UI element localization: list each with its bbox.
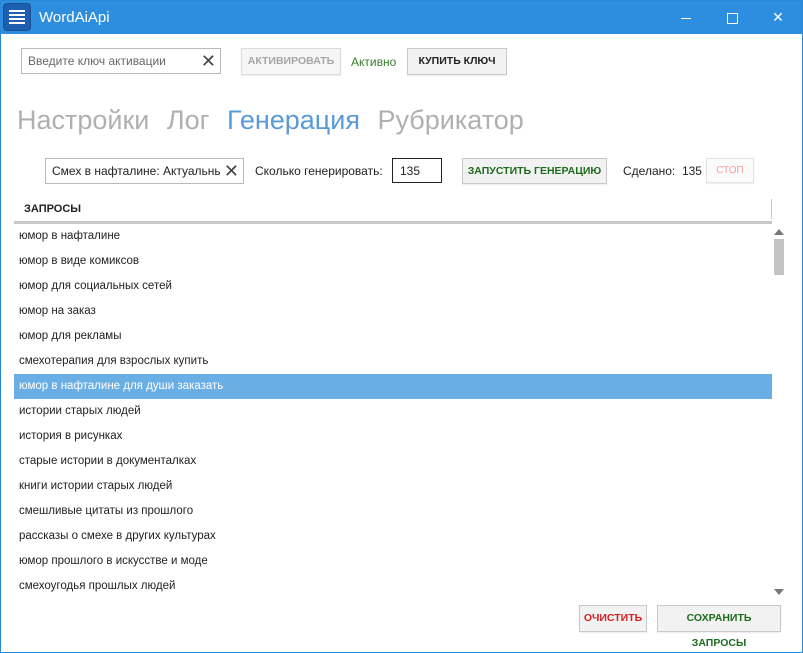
maximize-icon xyxy=(726,12,738,24)
clear-key-icon[interactable]: ✕ xyxy=(201,50,216,72)
tab-bar: Настройки Лог Генерация Рубрикатор xyxy=(17,105,534,136)
count-input[interactable]: 135 xyxy=(392,158,442,183)
minimize-button[interactable] xyxy=(663,1,709,34)
activation-key-field[interactable]: ✕ xyxy=(21,48,221,74)
list-item[interactable]: юмор на заказ xyxy=(14,299,772,324)
generation-query-field[interactable]: Смех в нафталине: Актуальный ✕ xyxy=(45,158,244,184)
list-item[interactable]: книги истории старых людей xyxy=(14,474,772,499)
app-window: WordAiApi ✕ ✕ АКТИВИРОВАТЬ Активно КУПИТ… xyxy=(0,0,803,653)
activate-button[interactable]: АКТИВИРОВАТЬ xyxy=(241,48,341,75)
list-item[interactable]: юмор прошлого в искусстве и моде xyxy=(14,549,772,574)
list-item[interactable]: смехотерапия для взрослых купить xyxy=(14,349,772,374)
list-item[interactable]: старые истории в документалках xyxy=(14,449,772,474)
clear-query-icon[interactable]: ✕ xyxy=(224,160,239,182)
window-title: WordAiApi xyxy=(39,9,110,26)
list-item[interactable]: смехоугодья прошлых людей xyxy=(14,574,772,599)
list-item[interactable]: история в рисунках xyxy=(14,424,772,449)
list-item[interactable]: юмор для рекламы xyxy=(14,324,772,349)
activation-status: Активно xyxy=(351,55,397,69)
scroll-up-icon[interactable] xyxy=(774,229,784,235)
queries-header-label: ЗАПРОСЫ xyxy=(24,203,82,215)
minimize-icon xyxy=(681,17,691,19)
list-item[interactable]: юмор в нафталине для души заказать xyxy=(14,374,772,399)
buy-key-button[interactable]: КУПИТЬ КЛЮЧ xyxy=(407,48,507,75)
count-value[interactable]: 135 xyxy=(400,164,420,178)
stop-button[interactable]: СТОП xyxy=(706,158,754,183)
list-item[interactable]: юмор для социальных сетей xyxy=(14,274,772,299)
maximize-button[interactable] xyxy=(709,1,755,34)
done-label: Сделано: xyxy=(623,164,676,178)
list-item[interactable]: юмор в нафталине xyxy=(14,224,772,249)
scroll-down-icon[interactable] xyxy=(774,589,784,595)
count-label: Сколько генерировать: xyxy=(255,164,383,178)
scroll-thumb[interactable] xyxy=(774,239,784,275)
generation-query-value[interactable]: Смех в нафталине: Актуальный xyxy=(52,164,220,178)
clear-button[interactable]: ОЧИСТИТЬ xyxy=(579,605,647,632)
list-item[interactable]: рассказы о смехе в других культурах xyxy=(14,524,772,549)
queries-column-header[interactable]: ЗАПРОСЫ xyxy=(14,199,772,224)
tab-log[interactable]: Лог xyxy=(167,105,210,135)
list-item[interactable]: юмор в виде комиксов xyxy=(14,249,772,274)
list-scrollbar[interactable] xyxy=(772,224,786,599)
done-value: 135 xyxy=(681,164,702,178)
close-icon: ✕ xyxy=(772,9,784,25)
done-counter: Сделано: 135 xyxy=(623,164,702,178)
start-generation-button[interactable]: ЗАПУСТИТЬ ГЕНЕРАЦИЮ xyxy=(462,158,607,184)
tab-rubricator[interactable]: Рубрикатор xyxy=(378,105,524,135)
close-button[interactable]: ✕ xyxy=(755,1,801,34)
tab-generation[interactable]: Генерация xyxy=(227,105,360,135)
activation-key-input[interactable] xyxy=(28,52,188,70)
app-icon xyxy=(4,4,30,30)
list-item[interactable]: смешливые цитаты из прошлого xyxy=(14,499,772,524)
title-bar[interactable]: WordAiApi ✕ xyxy=(1,1,802,34)
queries-list: юмор в нафталине юмор в виде комиксов юмор… xyxy=(14,224,772,599)
list-item[interactable]: истории старых людей xyxy=(14,399,772,424)
save-queries-button[interactable]: СОХРАНИТЬ ЗАПРОСЫ xyxy=(657,605,781,649)
tab-settings[interactable]: Настройки xyxy=(17,105,149,135)
